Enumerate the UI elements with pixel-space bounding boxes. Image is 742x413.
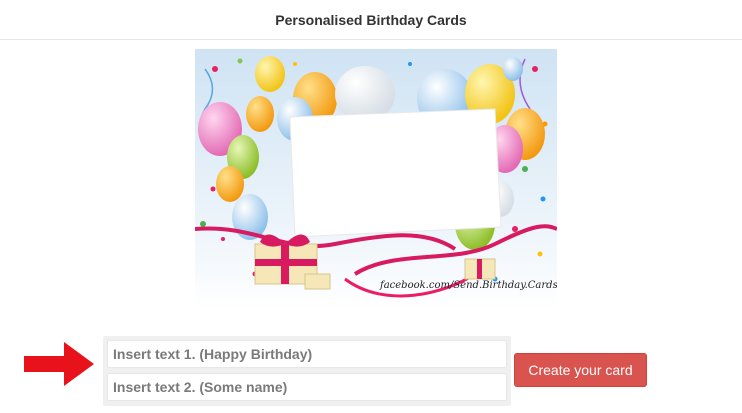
card-watermark: facebook.com/Send.Birthday.Cards <box>380 280 557 291</box>
page-header: Personalised Birthday Cards <box>0 0 742 40</box>
text-1-input[interactable] <box>107 340 507 368</box>
create-card-button[interactable]: Create your card <box>514 353 647 387</box>
arrow-right-icon <box>24 342 94 386</box>
page-title: Personalised Birthday Cards <box>275 11 467 28</box>
text-2-input[interactable] <box>107 373 507 401</box>
birthday-card-image: facebook.com/Send.Birthday.Cards <box>195 49 557 309</box>
